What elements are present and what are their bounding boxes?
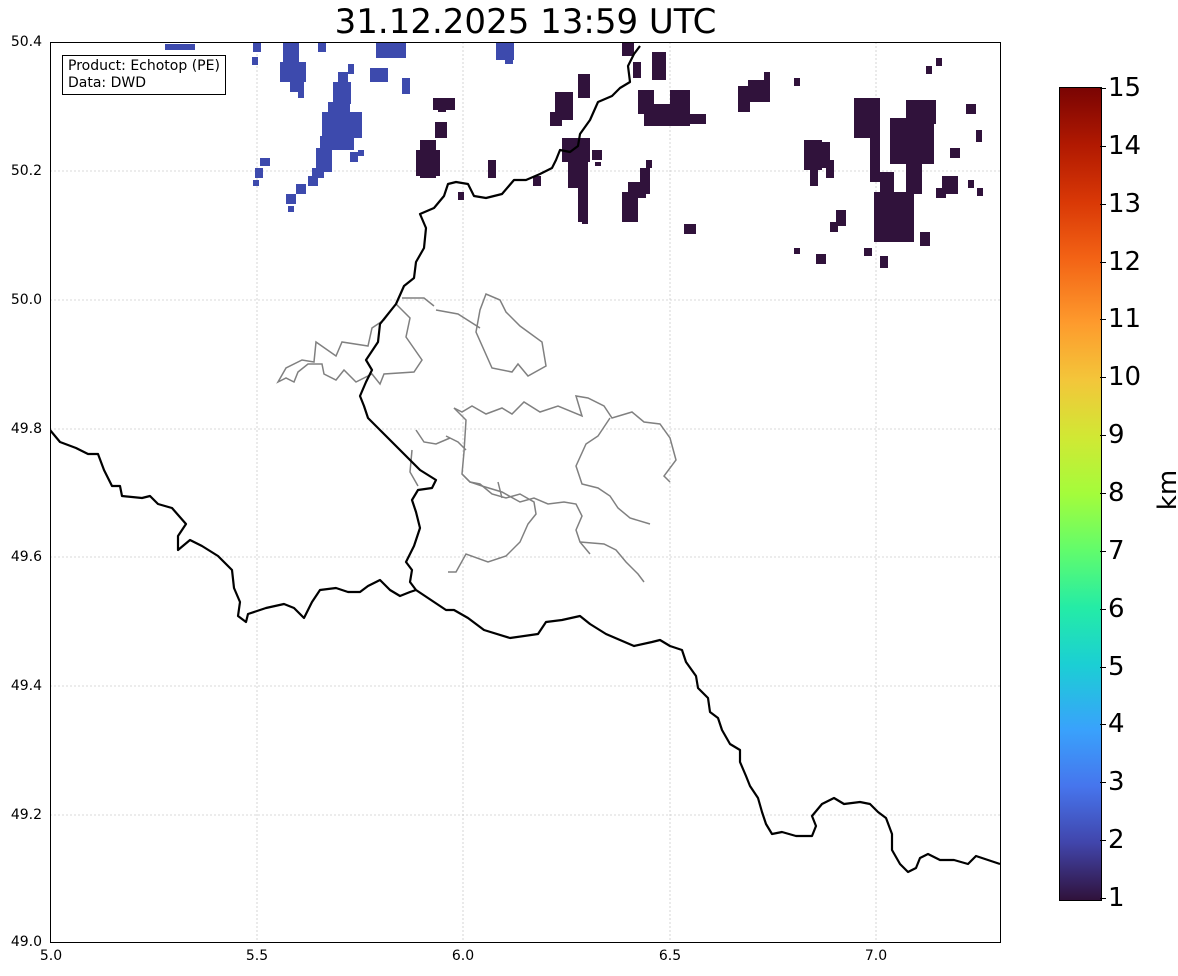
radar-echo-cluster-east — [416, 42, 983, 268]
colorbar-tick-label: 8 — [1108, 478, 1125, 508]
national-border — [50, 45, 1000, 874]
colorbar-tick-mark — [1100, 840, 1106, 842]
colorbar-tick-mark — [1100, 435, 1106, 437]
data-source-label: Data: DWD — [68, 75, 146, 91]
x-tick-label: 5.0 — [39, 948, 63, 964]
map-title: 31.12.2025 13:59 UTC — [334, 2, 717, 42]
y-tick-label: 50.2 — [10, 163, 42, 179]
x-tick-label: 5.5 — [245, 948, 269, 964]
y-tick-label: 49.4 — [10, 678, 42, 694]
y-tick-label: 49.2 — [10, 807, 42, 823]
colorbar-tick-label: 12 — [1108, 246, 1142, 277]
colorbar-tick-mark — [1100, 550, 1106, 552]
colorbar — [1059, 87, 1102, 901]
colorbar-tick-label: 11 — [1108, 304, 1142, 335]
colorbar-tick-label: 14 — [1108, 130, 1142, 161]
colorbar-tick-mark — [1100, 608, 1106, 610]
colorbar-tick-mark — [1100, 898, 1106, 899]
product-label: Product: Echotop (PE) — [68, 58, 220, 74]
colorbar-tick-label: 6 — [1108, 593, 1125, 624]
colorbar-tick-label: 2 — [1108, 825, 1125, 856]
colorbar-tick-mark — [1100, 145, 1106, 147]
y-tick-label: 50.0 — [10, 292, 42, 308]
colorbar-tick-mark — [1100, 261, 1106, 263]
x-tick-label: 7.0 — [864, 948, 888, 964]
colorbar-tick-label: 1 — [1108, 883, 1125, 913]
colorbar-tick-label: 13 — [1108, 188, 1142, 219]
canton-borders — [276, 293, 677, 583]
y-tick-label: 49.8 — [10, 421, 42, 437]
x-tick-label: 6.5 — [658, 948, 682, 964]
colorbar-tick-label: 3 — [1108, 767, 1125, 798]
colorbar-tick-mark — [1100, 666, 1106, 668]
colorbar-tick-label: 10 — [1108, 362, 1142, 393]
colorbar-tick-mark — [1100, 319, 1106, 321]
y-tick-label: 49.6 — [10, 549, 42, 565]
colorbar-tick-mark — [1100, 377, 1106, 379]
colorbar-tick-mark — [1100, 88, 1106, 89]
colorbar-tick-label: 15 — [1108, 73, 1142, 103]
colorbar-tick-mark — [1100, 724, 1106, 726]
info-box: Product: Echotop (PE) Data: DWD — [62, 55, 226, 95]
colorbar-tick-mark — [1100, 493, 1106, 494]
colorbar-tick-label: 7 — [1108, 535, 1125, 566]
x-tick-label: 6.0 — [451, 948, 475, 964]
colorbar-tick-label: 5 — [1108, 651, 1125, 682]
y-tick-label: 50.4 — [10, 34, 42, 50]
colorbar-label: km — [1153, 469, 1178, 511]
gridlines — [50, 42, 1000, 942]
colorbar-tick-label: 4 — [1108, 709, 1125, 740]
colorbar-tick-mark — [1100, 203, 1106, 205]
colorbar-tick-label: 9 — [1108, 420, 1125, 451]
colorbar-tick-mark — [1100, 782, 1106, 784]
radar-map[interactable] — [50, 42, 1000, 942]
